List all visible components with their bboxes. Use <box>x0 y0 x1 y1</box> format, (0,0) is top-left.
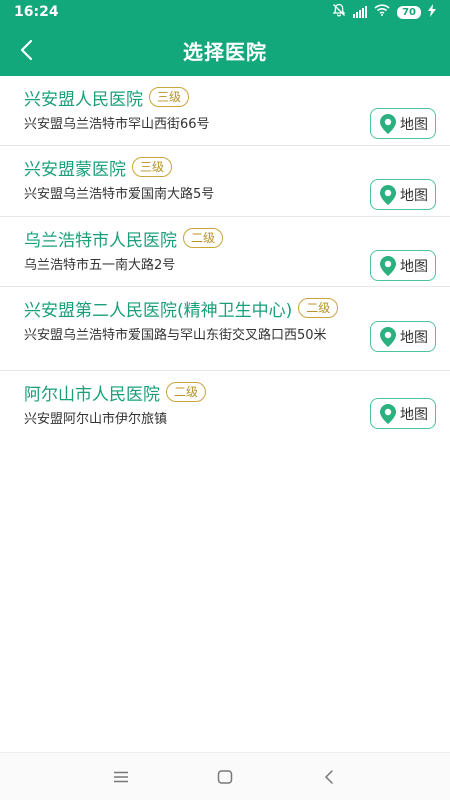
hospital-name: 阿尔山市人民医院 <box>24 384 160 405</box>
app-bar: 选择医院 <box>0 24 450 76</box>
chevron-left-icon <box>20 39 33 61</box>
level-badge: 二级 <box>166 382 207 402</box>
map-button[interactable]: 地图 <box>370 179 436 210</box>
list-item[interactable]: 兴安盟人民医院 三级 兴安盟乌兰浩特市罕山西街66号 地图 <box>0 76 450 146</box>
hospital-address: 兴安盟乌兰浩特市爱国路与罕山东街交叉路口西50米 <box>24 328 327 343</box>
map-pin-icon <box>380 113 396 134</box>
status-bar: 16:24 70 <box>0 0 450 24</box>
charging-icon <box>428 3 436 21</box>
hospital-address: 兴安盟乌兰浩特市爱国南大路5号 <box>24 187 215 202</box>
page-title: 选择医院 <box>183 39 267 64</box>
map-button[interactable]: 地图 <box>370 108 436 139</box>
level-badge: 三级 <box>149 87 190 107</box>
home-button[interactable] <box>212 764 238 790</box>
map-button[interactable]: 地图 <box>370 250 436 281</box>
map-pin-icon <box>380 326 396 347</box>
hospital-list: 兴安盟人民医院 三级 兴安盟乌兰浩特市罕山西街66号 地图 兴安盟蒙医院 三级 … <box>0 76 450 441</box>
map-pin-icon <box>380 184 396 205</box>
map-label: 地图 <box>400 406 428 423</box>
hospital-name: 兴安盟人民医院 <box>24 89 143 110</box>
list-item[interactable]: 兴安盟蒙医院 三级 兴安盟乌兰浩特市爱国南大路5号 地图 <box>0 146 450 217</box>
level-badge: 三级 <box>132 157 173 177</box>
level-badge: 二级 <box>298 298 339 318</box>
signal-icon <box>353 6 368 18</box>
hospital-name: 兴安盟第二人民医院(精神卫生中心) <box>24 300 293 321</box>
wifi-icon <box>374 4 390 20</box>
map-label: 地图 <box>400 187 428 204</box>
status-time: 16:24 <box>14 4 59 20</box>
nav-back-button[interactable] <box>316 764 342 790</box>
status-icons: 70 <box>332 3 436 21</box>
menu-button[interactable] <box>108 764 134 790</box>
back-button[interactable] <box>10 34 42 66</box>
nav-back-icon <box>324 769 333 784</box>
level-badge: 二级 <box>183 228 224 248</box>
map-pin-icon <box>380 255 396 276</box>
list-item[interactable]: 乌兰浩特市人民医院 二级 乌兰浩特市五一南大路2号 地图 <box>0 217 450 287</box>
map-label: 地图 <box>400 258 428 275</box>
hospital-address: 乌兰浩特市五一南大路2号 <box>24 258 176 273</box>
map-button[interactable]: 地图 <box>370 321 436 352</box>
battery-level: 70 <box>397 5 421 19</box>
menu-icon <box>114 771 128 782</box>
map-button[interactable]: 地图 <box>370 398 436 429</box>
system-nav-bar <box>0 752 450 800</box>
list-item[interactable]: 阿尔山市人民医院 二级 兴安盟阿尔山市伊尔旅镇 地图 <box>0 371 450 441</box>
hospital-address: 兴安盟乌兰浩特市罕山西街66号 <box>24 117 210 132</box>
hospital-name: 乌兰浩特市人民医院 <box>24 230 177 251</box>
bell-off-icon <box>332 3 346 21</box>
list-item[interactable]: 兴安盟第二人民医院(精神卫生中心) 二级 兴安盟乌兰浩特市爱国路与罕山东街交叉路… <box>0 287 450 371</box>
home-square-icon <box>217 769 233 784</box>
map-label: 地图 <box>400 116 428 133</box>
hospital-name: 兴安盟蒙医院 <box>24 159 126 180</box>
map-label: 地图 <box>400 329 428 346</box>
hospital-address: 兴安盟阿尔山市伊尔旅镇 <box>24 412 168 427</box>
map-pin-icon <box>380 403 396 424</box>
